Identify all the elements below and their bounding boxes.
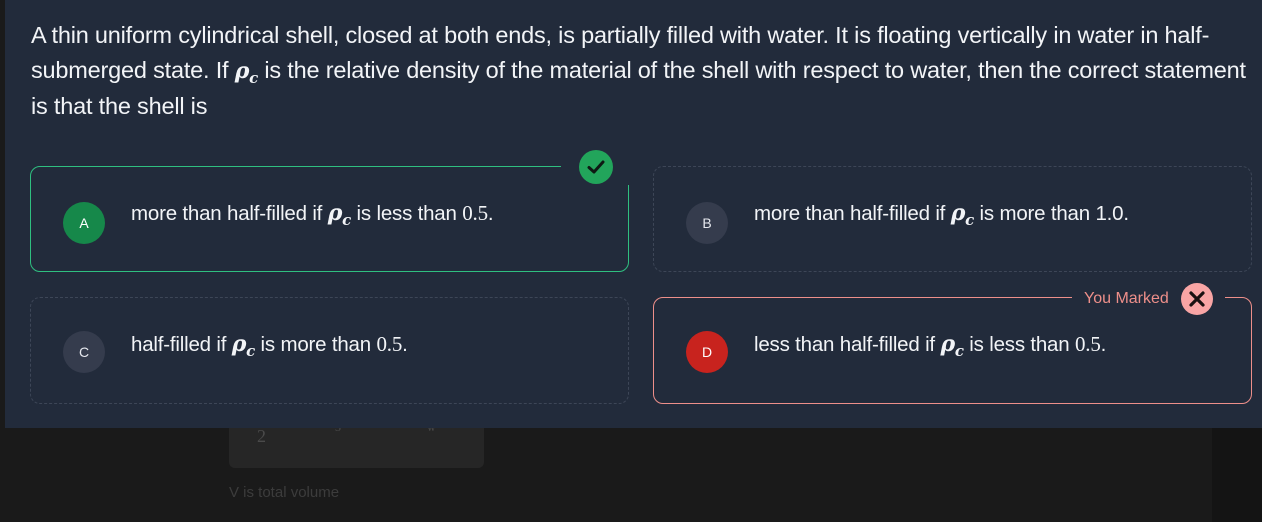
option-letter-badge: B [686, 202, 728, 244]
marked-indicator: You Marked [1072, 283, 1225, 315]
option-letter-badge: C [63, 331, 105, 373]
option-d[interactable]: You Marked D less than half-filled if ρc… [653, 283, 1252, 404]
option-b-text: more than half-filled if ρc is more than… [754, 200, 1129, 229]
background-note: V is total volume [229, 484, 340, 501]
option-c-text: half-filled if ρc is more than 0.5. [131, 331, 408, 360]
option-letter-badge: A [63, 202, 105, 244]
you-marked-label: You Marked [1084, 290, 1169, 307]
background-digit: 2 [257, 426, 266, 446]
option-d-text: less than half-filled if ρc is less than… [754, 331, 1107, 360]
option-b[interactable]: B more than half-filled if ρc is more th… [653, 166, 1252, 272]
option-a-text: more than half-filled if ρc is less than… [131, 200, 494, 229]
rho-symbol: ρc [234, 58, 259, 87]
option-letter-badge: D [686, 331, 728, 373]
question-text: A thin uniform cylindrical shell, closed… [31, 22, 1246, 119]
x-circle-icon [1180, 283, 1213, 315]
correct-indicator [561, 149, 631, 185]
check-circle-icon [579, 150, 613, 184]
option-c[interactable]: C half-filled if ρc is more than 0.5. [30, 297, 629, 404]
question-card: A thin uniform cylindrical shell, closed… [5, 0, 1262, 428]
option-a[interactable]: A more than half-filled if ρc is less th… [30, 149, 631, 272]
